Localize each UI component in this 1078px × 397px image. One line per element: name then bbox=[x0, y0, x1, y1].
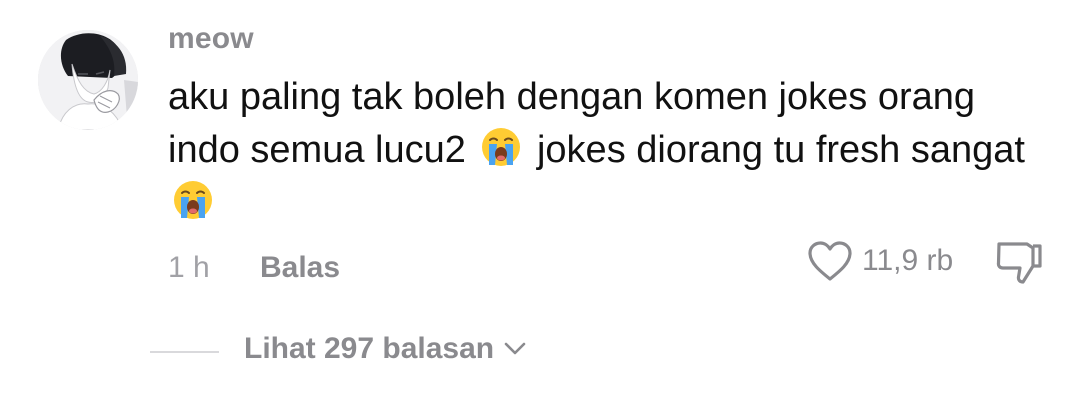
replies-divider bbox=[150, 351, 219, 353]
heart-outline-icon bbox=[808, 241, 852, 281]
comment-timestamp: 1 h bbox=[168, 251, 210, 284]
comment-text-part-2: jokes diorang tu fresh sangat bbox=[526, 129, 1025, 171]
like-button[interactable]: 11,9 rb bbox=[806, 238, 953, 284]
dislike-button[interactable] bbox=[993, 238, 1045, 286]
view-replies-label: Lihat 297 balasan bbox=[244, 332, 495, 365]
thumbs-down-outline-icon bbox=[996, 242, 1042, 284]
like-count: 11,9 rb bbox=[862, 244, 954, 277]
comment-username[interactable]: meow bbox=[168, 22, 254, 56]
avatar-illustration bbox=[38, 30, 138, 130]
comment-text: aku paling tak boleh dengan komen jokes … bbox=[168, 71, 1048, 230]
view-replies-button[interactable]: Lihat 297 balasan bbox=[244, 332, 526, 366]
chevron-down-icon bbox=[504, 342, 526, 355]
loudly-crying-face-emoji-icon bbox=[479, 125, 523, 169]
avatar[interactable] bbox=[38, 30, 138, 130]
reply-button[interactable]: Balas bbox=[260, 251, 340, 285]
loudly-crying-face-emoji-icon bbox=[171, 178, 215, 222]
